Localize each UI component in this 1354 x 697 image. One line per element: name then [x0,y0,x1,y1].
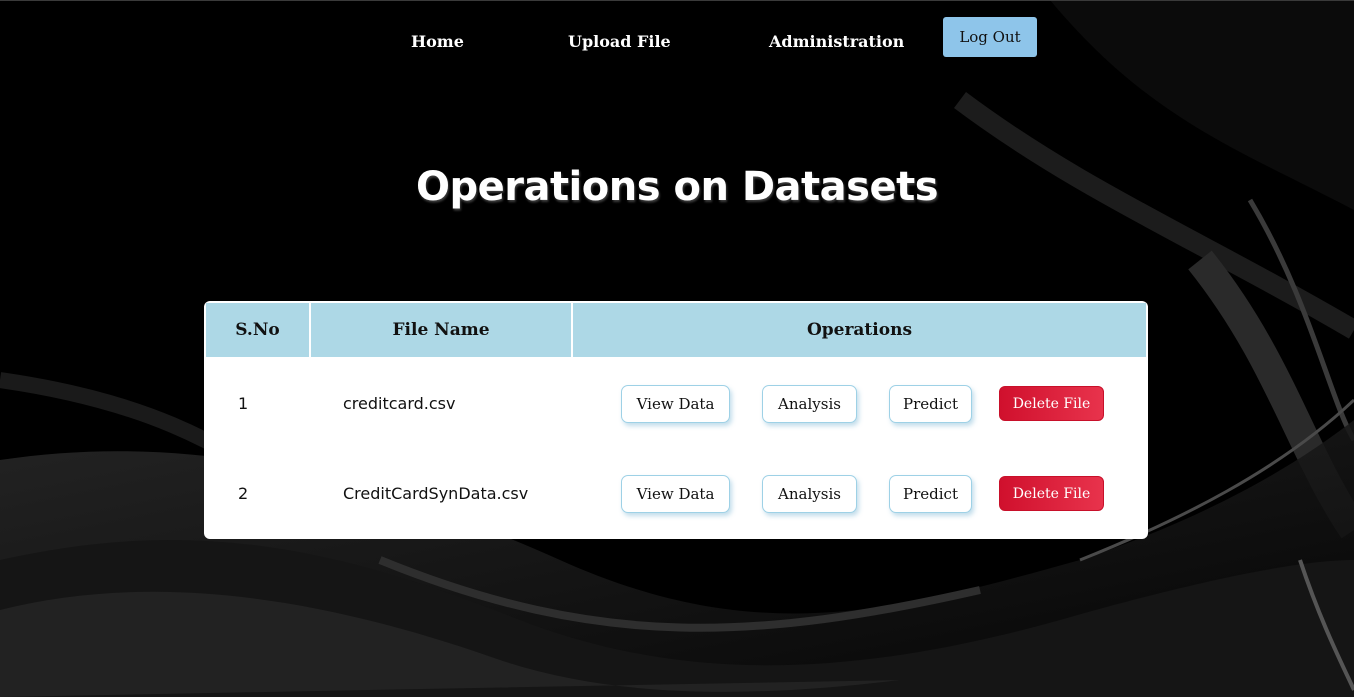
view-data-button[interactable]: View Data [621,385,730,423]
header-sno: S.No [206,303,311,357]
nav-upload-file-link[interactable]: Upload File [568,32,671,51]
nav-administration-link[interactable]: Administration [769,32,904,51]
top-navigation: Home Upload File Administration Log Out [0,0,1354,80]
header-file-name: File Name [311,303,573,357]
page-title: Operations on Datasets [415,164,939,210]
analysis-button[interactable]: Analysis [762,385,857,423]
header-operations: Operations [573,303,1146,357]
predict-button[interactable]: Predict [889,475,972,513]
row-sno: 2 [238,484,249,503]
row-sno: 1 [238,394,249,413]
logout-button[interactable]: Log Out [943,17,1037,57]
delete-file-button[interactable]: Delete File [999,476,1104,511]
row-file-name: CreditCardSynData.csv [343,484,529,503]
analysis-button[interactable]: Analysis [762,475,857,513]
table-row: 2 CreditCardSynData.csv View Data Analys… [204,465,1148,521]
predict-button[interactable]: Predict [889,385,972,423]
table-header: S.No File Name Operations [206,303,1146,357]
row-file-name: creditcard.csv [343,394,456,413]
datasets-table: S.No File Name Operations 1 creditcard.c… [204,301,1148,539]
view-data-button[interactable]: View Data [621,475,730,513]
table-row: 1 creditcard.csv View Data Analysis Pred… [204,375,1148,431]
delete-file-button[interactable]: Delete File [999,386,1104,421]
nav-home-link[interactable]: Home [411,32,464,51]
